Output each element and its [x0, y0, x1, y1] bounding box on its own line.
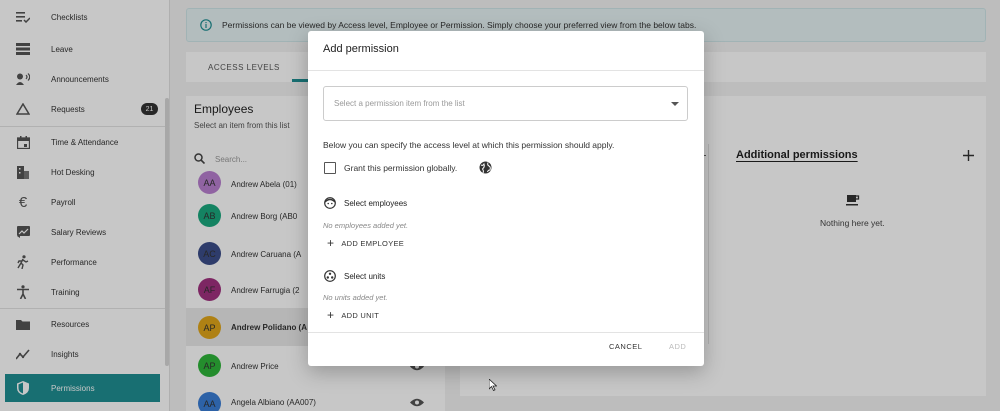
grant-globally-label[interactable]: Grant this permission globally. — [344, 163, 457, 173]
grant-globally-checkbox[interactable] — [324, 162, 336, 174]
dialog-divider — [308, 332, 704, 333]
dialog-title: Add permission — [323, 43, 399, 55]
mouse-cursor-icon — [488, 378, 498, 393]
globe-icon — [479, 161, 492, 176]
add-button[interactable]: ADD — [669, 342, 686, 351]
add-unit-label: ADD UNIT — [341, 310, 380, 320]
permission-select-placeholder: Select a permission item from the list — [334, 99, 465, 108]
plus-icon: + — [327, 236, 335, 250]
plus-icon: + — [327, 308, 335, 322]
add-employee-button[interactable]: + ADD EMPLOYEE — [327, 237, 404, 249]
no-units-note: No units added yet. — [323, 293, 388, 302]
select-employees-label: Select employees — [344, 199, 408, 208]
person-face-icon — [324, 197, 336, 211]
select-units-label: Select units — [344, 272, 386, 281]
permission-item-select[interactable]: Select a permission item from the list — [323, 86, 688, 121]
add-permission-dialog: Add permission Select a permission item … — [308, 31, 704, 366]
add-employee-label: ADD EMPLOYEE — [341, 238, 405, 248]
add-unit-button[interactable]: + ADD UNIT — [327, 309, 379, 321]
chevron-down-icon — [671, 102, 679, 106]
cancel-button[interactable]: CANCEL — [609, 342, 642, 351]
units-group-icon — [324, 270, 336, 284]
access-level-description: Below you can specify the access level a… — [323, 140, 615, 150]
dialog-divider — [308, 70, 704, 71]
no-employees-note: No employees added yet. — [323, 221, 409, 230]
